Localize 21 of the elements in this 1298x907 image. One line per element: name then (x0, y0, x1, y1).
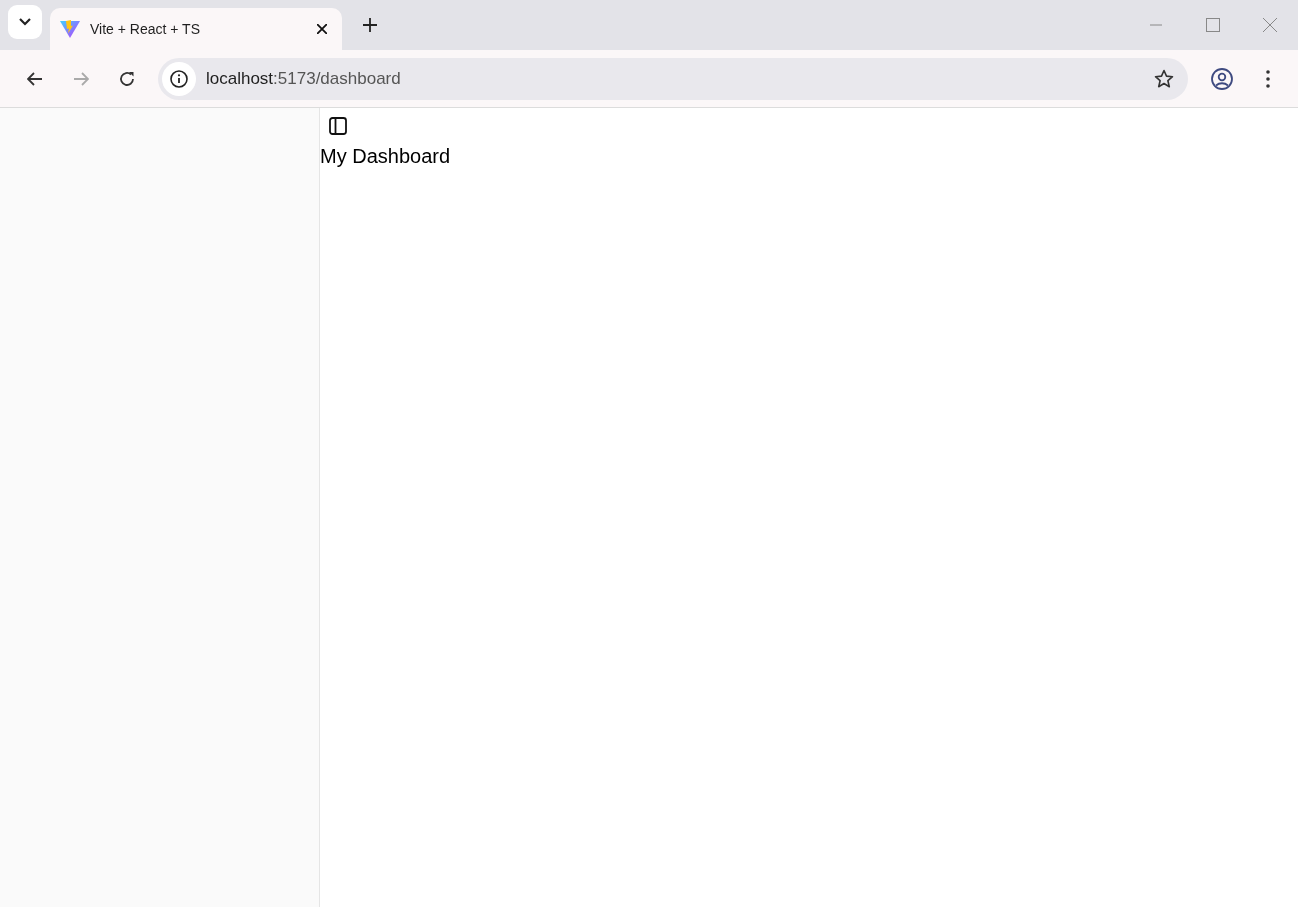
info-icon (170, 69, 188, 88)
more-vertical-icon (1266, 69, 1270, 88)
star-icon (1154, 68, 1174, 89)
forward-arrow-icon (73, 71, 89, 86)
address-bar[interactable]: localhost:5173/dashboard (158, 57, 1188, 100)
page-title: My Dashboard (320, 144, 452, 168)
sidebar-panel-icon (329, 117, 347, 135)
browser-tab[interactable]: Vite + React + TS (50, 8, 342, 50)
minimize-icon (1149, 24, 1162, 26)
tab-search-button[interactable] (8, 5, 42, 39)
favicon-icon (60, 20, 80, 38)
chevron-down-icon (19, 18, 31, 26)
reload-icon (119, 70, 135, 87)
maximize-icon (1205, 18, 1220, 32)
url-text: localhost:5173/dashboard (206, 67, 402, 90)
site-info-button[interactable] (162, 61, 196, 96)
plus-icon (363, 18, 377, 32)
close-icon (1262, 18, 1277, 32)
close-icon (317, 24, 327, 34)
back-arrow-icon (27, 71, 43, 86)
profile-icon (1211, 67, 1233, 90)
